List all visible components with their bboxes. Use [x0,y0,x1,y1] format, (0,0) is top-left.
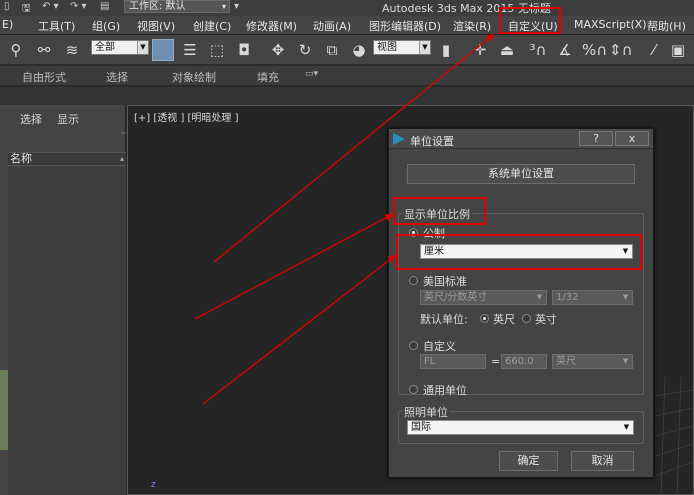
annotation-arrows [194,33,495,405]
arrow-to-customize-menu [213,33,495,263]
arrow-to-metric-dropdown [202,254,397,405]
arrow-to-display-scale [194,213,394,320]
